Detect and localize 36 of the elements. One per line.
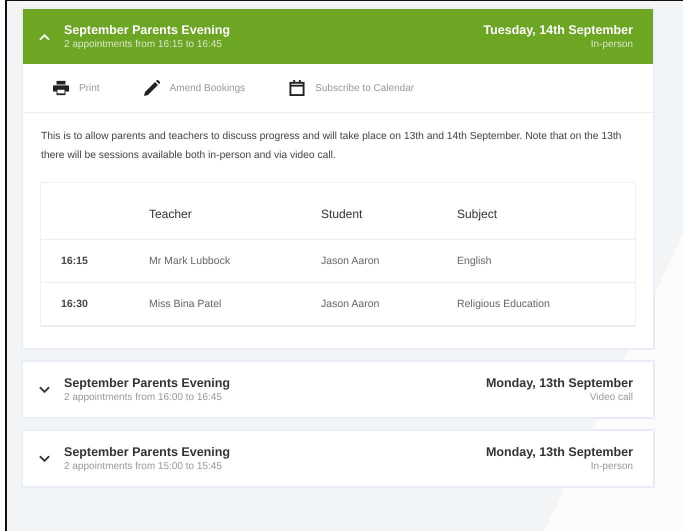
event-mode: Video call xyxy=(590,392,633,403)
event-header[interactable]: September Parents Evening 2 appointments from 15:00 to 15:45 Monday, 13th September In-person xyxy=(23,431,653,486)
column-header: Student xyxy=(321,207,364,221)
column-header: Subject xyxy=(457,207,498,221)
event-date: Monday, 13th September xyxy=(486,445,633,459)
event-date: Tuesday, 14th September xyxy=(483,23,633,37)
table-cell-text: Jason Aaron xyxy=(321,255,380,267)
chevron-down-icon xyxy=(39,454,50,462)
calendar-icon xyxy=(289,80,306,96)
chevron-up-icon xyxy=(39,32,50,40)
table-cell-text: Jason Aaron xyxy=(321,298,380,310)
event-header[interactable]: September Parents Evening 2 appointments from 16:00 to 16:45 Monday, 13th September Video call xyxy=(23,362,653,417)
event-mode: In-person xyxy=(590,39,633,50)
calendar-button[interactable]: Subscribe to Calendar xyxy=(285,76,418,100)
event-title: September Parents Evening xyxy=(64,445,230,459)
event-summary: 2 appointments from 16:00 to 16:45 xyxy=(64,392,223,403)
table-cell-text: English xyxy=(457,255,492,267)
event-description: This is to allow parents and teachers to discuss progress and will take place on 13th and 14th September. Note that on the 13th there will be sessions available both in-person and via video call. xyxy=(41,130,622,163)
event-date: Monday, 13th September xyxy=(486,376,633,390)
table-cell-text: 16:15 xyxy=(61,255,89,267)
amend-button[interactable]: Amend Bookings xyxy=(140,76,250,100)
table-cell-text: 16:30 xyxy=(61,298,89,310)
table-cell-text: Mr Mark Lubbock xyxy=(149,255,232,267)
event-title: September Parents Evening xyxy=(64,23,230,37)
chevron-down-icon xyxy=(39,386,50,394)
event-header[interactable]: September Parents Evening 2 appointments from 16:15 to 16:45 Tuesday, 14th September In-person xyxy=(23,9,653,64)
event-mode: In-person xyxy=(590,461,633,472)
table-cell-text: Miss Bina Patel xyxy=(149,298,222,310)
printer-icon xyxy=(53,80,69,96)
column-header: Teacher xyxy=(149,207,193,221)
event-summary: 2 appointments from 15:00 to 15:45 xyxy=(64,461,223,472)
event-title: September Parents Evening xyxy=(64,376,230,390)
event-summary: 2 appointments from 16:15 to 16:45 xyxy=(64,39,223,50)
pencil-icon xyxy=(144,80,160,96)
table-cell-text: Religious Education xyxy=(457,298,551,310)
print-button[interactable]: Print xyxy=(49,76,104,100)
